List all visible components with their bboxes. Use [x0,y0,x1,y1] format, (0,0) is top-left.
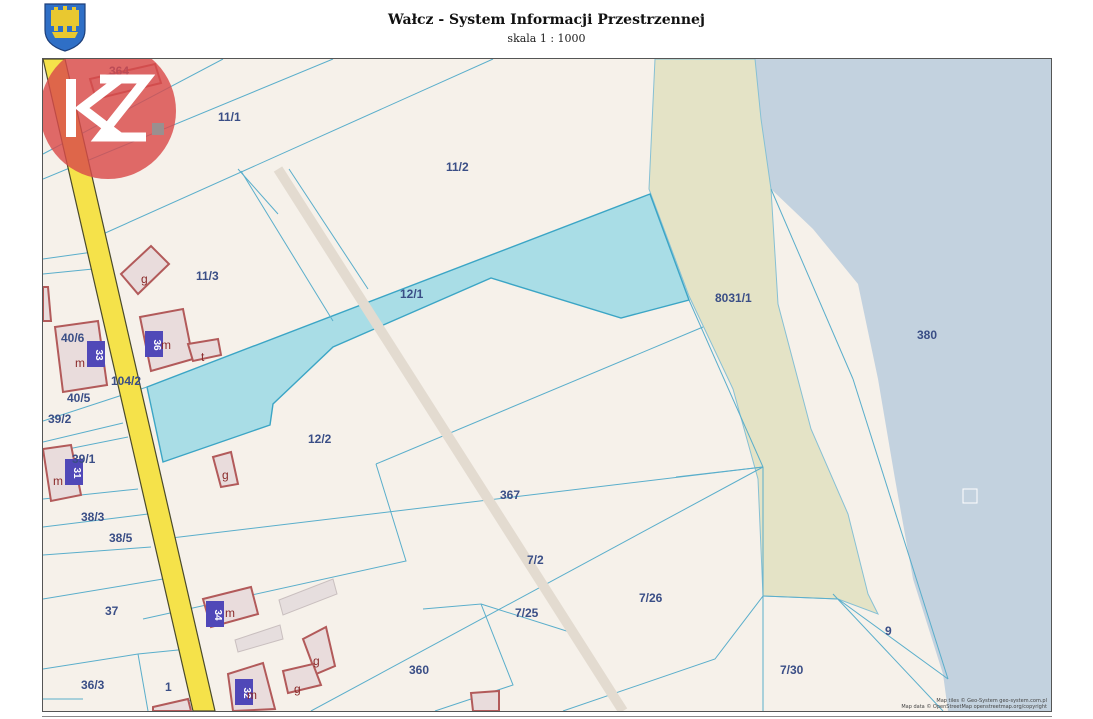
page-header: Wałcz - System Informacji Przestrzennej … [0,0,1093,58]
parcel-label-8031-1[interactable]: 8031/1 [715,291,752,305]
page-title: Wałcz - System Informacji Przestrzennej [388,12,705,28]
parcel-label-360[interactable]: 360 [409,663,429,677]
building-label: g [141,272,148,286]
parcel-label-12-2[interactable]: 12/2 [308,432,332,446]
building-label: g [313,654,320,668]
building-label: m [53,474,63,488]
address-number-34: 34 [212,609,223,621]
parcel-label-11-2[interactable]: 11/2 [446,160,469,174]
parcel-label-36-3[interactable]: 36/3 [81,678,105,692]
building-label: m [247,688,257,702]
parcel-label-11-3[interactable]: 11/3 [196,269,219,283]
parcel-label-38-5[interactable]: 38/5 [109,531,133,545]
parcel-label-7-30[interactable]: 7/30 [780,663,804,677]
parcel-label-9[interactable]: 9 [885,624,892,638]
building-label: m [161,338,171,352]
kz-logo [43,59,176,179]
parcel-label-7-26[interactable]: 7/26 [639,591,663,605]
parcel-label-12-1[interactable]: 12/1 [400,287,424,301]
address-number-33: 33 [93,349,104,361]
parcel-label-380[interactable]: 380 [917,328,937,342]
parcel-label-39-1[interactable]: 39/1 [72,452,96,466]
building-label: g [222,468,229,482]
parcel-label-39-2[interactable]: 39/2 [48,412,72,426]
map-attribution-data[interactable]: Map data © OpenStreetMap openstreetmap.o… [901,704,1047,710]
parcel-label-104-2[interactable]: 104/2 [111,374,141,388]
map-scale: skala 1 : 1000 [507,32,586,45]
map-view[interactable]: 33 36 31 34 32 g m t m m g m g g m 364 1… [42,58,1052,712]
parcel-label-40-5[interactable]: 40/5 [67,391,91,405]
address-number-31: 31 [71,467,82,479]
bottom-divider [42,716,1052,717]
parcel-label-40-6[interactable]: 40/6 [61,331,85,345]
building-label: g [294,682,301,696]
parcel-label-367[interactable]: 367 [500,488,520,502]
parcel-label-38-3[interactable]: 38/3 [81,510,105,524]
parcel-label-11-1[interactable]: 11/1 [218,110,241,124]
map-canvas[interactable]: 33 36 31 34 32 g m t m m g m g g m 364 1… [43,59,1051,711]
parcel-label-7-2[interactable]: 7/2 [527,553,544,567]
building-label: m [75,356,85,370]
parcel-label-7-25[interactable]: 7/25 [515,606,539,620]
parcel-12-1-highlight[interactable] [146,193,690,463]
building-label: m [225,606,235,620]
parcel-label-1[interactable]: 1 [165,680,172,694]
parcel-label-37[interactable]: 37 [105,604,119,618]
